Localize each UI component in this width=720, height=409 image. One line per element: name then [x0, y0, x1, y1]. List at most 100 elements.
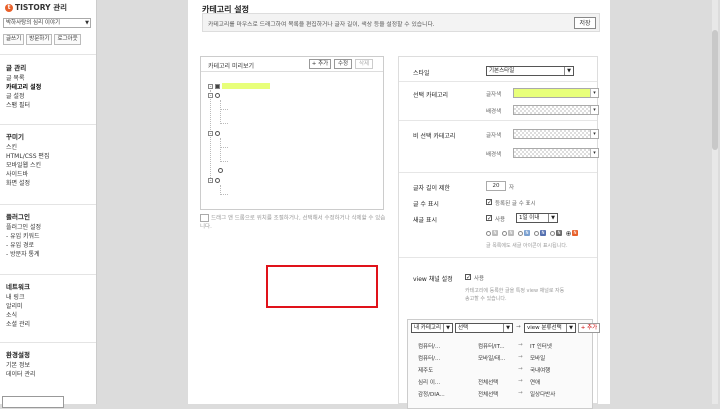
sidebar-item-my-links[interactable]: 내 링크	[0, 293, 96, 302]
sidebar-item-notifier[interactable]: 알리미	[0, 302, 96, 311]
sidebar-item-plugin-settings[interactable]: 플러그인 설정	[0, 223, 96, 232]
menu-group-network: 네트워크 내 링크 알리미 소식 소셜 관리	[0, 281, 96, 329]
sidebar-item-html-css[interactable]: HTML/CSS 편집	[0, 152, 96, 161]
new-icon-radio[interactable]: N	[518, 230, 530, 236]
unselected-bg-color-picker[interactable]: ▾	[513, 148, 599, 158]
sidebar-item-inflow-path[interactable]: - 유입 경로	[0, 241, 96, 250]
save-button[interactable]: 저장	[574, 17, 596, 29]
radio-dot[interactable]	[486, 230, 491, 236]
arrow-right-icon: →	[518, 366, 523, 372]
new-badge-icon: N	[572, 230, 578, 236]
mapping-target: 연애	[530, 380, 541, 386]
sidebar-item-post-settings[interactable]: 글 설정	[0, 92, 96, 101]
unselected-text-color-picker[interactable]: ▾	[513, 129, 599, 139]
mapping-row[interactable]: 제주도 → 국내여행	[418, 366, 550, 374]
length-unit-label: 자	[509, 185, 515, 191]
new-post-period-select[interactable]: 1일 이내 ▼	[516, 213, 558, 223]
menu-group-title: 환경설정	[6, 351, 30, 359]
blog-selector[interactable]: 박하사탕의 심리 이야기 ▼	[3, 18, 91, 28]
tree-node[interactable]: -	[208, 178, 220, 184]
radio-dot[interactable]	[534, 230, 539, 236]
menu-group-title: 플러그인	[6, 213, 30, 221]
mapping-row[interactable]: 감정/DIA... 전체선택 → 일상다반사	[418, 390, 555, 398]
sidebar-item-sidebar[interactable]: 사이드바	[0, 170, 96, 179]
new-badge-icon: N	[540, 230, 546, 236]
write-link[interactable]: 글쓰기	[3, 34, 25, 45]
add-mapping-button[interactable]: + 추가	[578, 323, 600, 333]
sidebar-item-inflow-keywords[interactable]: - 유입 키워드	[0, 232, 96, 241]
tree-node[interactable]: -	[208, 93, 220, 99]
sidebar-item-screen-settings[interactable]: 화면 설정	[0, 179, 96, 188]
sidebar-item-skin[interactable]: 스킨	[0, 143, 96, 152]
preview-header: 카테고리 미리보기 + 추가 수정 삭제	[201, 57, 383, 72]
radio-dot[interactable]	[502, 230, 507, 236]
collapse-icon[interactable]: -	[208, 131, 213, 137]
arrow-right-icon: →	[518, 378, 523, 384]
new-icon-radio[interactable]: N	[534, 230, 546, 236]
mapping-sub	[478, 366, 518, 374]
selected-text-color-picker[interactable]: ▾	[513, 88, 599, 98]
mapping-row[interactable]: 컴퓨터/... 컴퓨터/IT... → IT 인터넷	[418, 342, 552, 350]
visit-link[interactable]: 방문하기	[26, 34, 53, 45]
sidebar-item-data-management[interactable]: 데이터 관리	[0, 370, 96, 379]
divider	[0, 342, 96, 343]
selected-bg-color-picker[interactable]: ▾	[513, 105, 599, 115]
new-post-checkbox[interactable]: ✓	[486, 215, 492, 222]
logout-link[interactable]: 로그아웃	[54, 34, 81, 45]
highlight-annotation-box	[266, 265, 378, 308]
mapping-source: 제주도	[418, 368, 434, 374]
view-category-select[interactable]: view 분류선택 ▼	[524, 323, 576, 333]
tistory-logo[interactable]: t TISTORY 관리	[5, 2, 67, 13]
scrollbar-thumb[interactable]	[712, 30, 718, 150]
selected-bg-color-label: 배경색	[486, 109, 502, 115]
tree-root[interactable]: -	[208, 83, 270, 89]
folder-icon	[215, 83, 220, 89]
sidebar-item-category-settings[interactable]: 카테고리 설정	[0, 83, 96, 92]
radio-dot[interactable]	[518, 230, 523, 236]
new-post-period-value: 1일 이내	[519, 215, 540, 221]
sidebar-item-post-list[interactable]: 글 목록	[0, 74, 96, 83]
radio-dot[interactable]	[550, 230, 555, 236]
edit-category-button[interactable]: 수정	[334, 59, 352, 69]
new-icon-radio[interactable]: N	[502, 230, 514, 236]
new-icon-radio-selected[interactable]: N	[566, 230, 578, 236]
unselected-text-color-label: 글자색	[486, 133, 502, 139]
logo-text: TISTORY 관리	[15, 3, 68, 12]
tree-line	[220, 161, 228, 162]
add-category-button[interactable]: + 추가	[309, 59, 331, 69]
view-category-value: view 분류선택	[527, 325, 562, 331]
sidebar-item-visitor-stats[interactable]: - 방문자 통계	[0, 250, 96, 259]
sidebar-item-social[interactable]: 소셜 관리	[0, 320, 96, 329]
collapse-icon[interactable]: -	[208, 178, 213, 184]
tree-node[interactable]	[218, 168, 223, 173]
new-badge-icon: N	[508, 230, 514, 236]
bottom-widget[interactable]	[2, 396, 64, 408]
collapse-icon[interactable]: -	[208, 93, 213, 99]
my-category-select[interactable]: 내 카테고리 ▼	[411, 323, 453, 333]
new-icon-radio[interactable]: N	[550, 230, 562, 236]
sidebar-item-basic-info[interactable]: 기본 정보	[0, 361, 96, 370]
view-channel-checkbox[interactable]: ✓	[465, 274, 471, 281]
new-badge-icon: N	[556, 230, 562, 236]
new-icon-radio[interactable]: N	[486, 230, 498, 236]
delete-category-button[interactable]: 삭제	[355, 59, 373, 69]
chevron-down-icon: ▾	[590, 130, 598, 138]
tree-node[interactable]: -	[208, 131, 220, 137]
mapping-row[interactable]: 컴퓨터/... 모바일/태... → 모바일	[418, 354, 545, 362]
post-count-checkbox[interactable]: ✓	[486, 199, 492, 206]
divider	[399, 172, 597, 173]
mapping-row[interactable]: 심리 이... 전체선택 → 연애	[418, 378, 540, 386]
unselected-bg-color-label: 배경색	[486, 152, 502, 158]
divider	[399, 257, 597, 258]
collapse-icon[interactable]: -	[208, 83, 213, 89]
unselected-category-label: 비 선택 카테고리	[413, 133, 456, 140]
style-select[interactable]: 기본스타일 ▼	[486, 66, 574, 76]
sidebar-item-mobile-skin[interactable]: 모바일웹 스킨	[0, 161, 96, 170]
category-select[interactable]: 선택 ▼	[455, 323, 513, 333]
length-limit-input[interactable]: 20	[486, 181, 506, 191]
divider	[0, 124, 96, 125]
new-badge-icon: N	[492, 230, 498, 236]
sidebar-item-news[interactable]: 소식	[0, 311, 96, 320]
radio-dot[interactable]	[566, 230, 571, 236]
sidebar-item-spam-filter[interactable]: 스팸 필터	[0, 101, 96, 110]
